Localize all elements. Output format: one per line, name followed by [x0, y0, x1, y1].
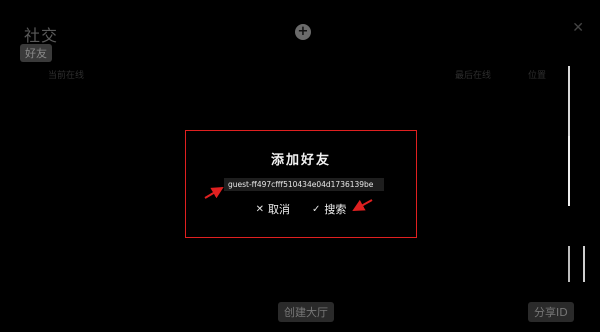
close-icon[interactable]: ✕	[572, 20, 584, 36]
search-button[interactable]: ✓ 搜索	[312, 201, 346, 217]
x-icon: ✕	[255, 203, 264, 215]
check-icon: ✓	[312, 203, 321, 215]
cancel-button[interactable]: ✕ 取消	[256, 201, 290, 217]
friend-id-input[interactable]: guest-ff497cfff510434e04d1736139be	[224, 178, 384, 191]
header-col-last-online: 最后在线	[455, 71, 492, 81]
scrollbar-track-lower	[568, 246, 570, 282]
header-col-online: 当前在线	[48, 71, 85, 81]
scrollbar-thumb[interactable]	[568, 136, 570, 206]
add-friend-dialog: 添加好友 guest-ff497cfff510434e04d1736139be …	[185, 130, 417, 238]
social-title: 社交	[24, 26, 59, 45]
share-id-button[interactable]: 分享ID	[528, 302, 574, 322]
create-lobby-button[interactable]: 创建大厅	[278, 302, 334, 322]
dialog-actions: ✕ 取消 ✓ 搜索	[186, 201, 416, 217]
search-label: 搜索	[324, 203, 347, 216]
cancel-label: 取消	[268, 203, 290, 216]
header-col-location: 位置	[528, 71, 547, 81]
plus-icon[interactable]: +	[295, 24, 311, 40]
scrollbar-track[interactable]	[568, 66, 570, 136]
dialog-title: 添加好友	[270, 153, 331, 168]
tab-friends[interactable]: 好友	[20, 44, 52, 62]
scroll-indicator	[583, 246, 585, 282]
